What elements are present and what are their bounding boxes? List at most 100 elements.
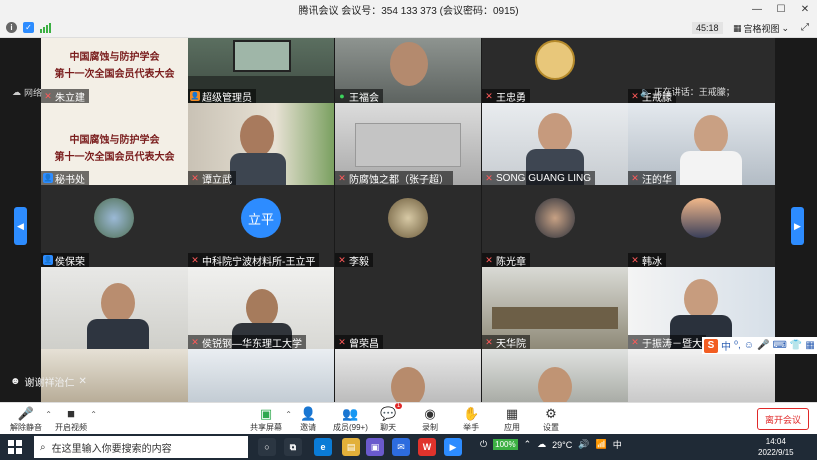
task-view-icon[interactable]: ○ (258, 438, 276, 456)
participant-name: 天华院 (496, 338, 526, 350)
video-tile[interactable]: ✕ 陈光章 (482, 185, 628, 267)
edge-icon[interactable]: e (314, 438, 332, 456)
chevron-up-icon[interactable]: ⌃ (45, 410, 52, 419)
prev-page-arrow[interactable]: ◀ (14, 207, 27, 245)
participant-name-tag: ✕ 侯锐钢—华东理工大学 (188, 335, 306, 349)
video-tile[interactable]: ✕ 汪的华 (628, 103, 775, 185)
volume-icon[interactable]: 🔊 (578, 439, 589, 450)
participant-name-tag: ● 王福会 (335, 89, 383, 103)
video-tile[interactable]: ✕ SONG GUANG LING (482, 103, 628, 185)
participant-name: 超级管理员 (202, 92, 252, 104)
conference-screen (233, 40, 291, 72)
video-tile[interactable]: ✕ 防腐蚀之都（张子超） (335, 103, 481, 185)
file-explorer-icon[interactable]: ▤ (342, 438, 360, 456)
next-page-arrow[interactable]: ▶ (791, 207, 804, 245)
info-icon[interactable]: i (6, 22, 17, 33)
video-tile[interactable]: 👤 侯保荣 (41, 185, 188, 267)
settings-label: 设置 (543, 423, 559, 432)
video-tile[interactable]: ✕ 曾荣昌 (335, 267, 481, 349)
invite-button[interactable]: 👤 邀请 (300, 405, 316, 433)
share-icon: ▣ (259, 405, 273, 421)
chevron-up-icon[interactable]: ⌃ (285, 410, 292, 419)
chevron-up-icon[interactable]: ⌃ (90, 410, 97, 419)
grid-icon[interactable]: ▦ (805, 340, 814, 351)
taskbar-search[interactable]: ⌕ 在这里输入你要搜索的内容 (34, 436, 248, 458)
video-tile[interactable]: ✕ 王忠勇 (482, 38, 628, 103)
weather-temp[interactable]: 29°C (552, 440, 572, 450)
video-tile[interactable]: 中国腐蚀与防护学会 第十一次全国会员代表大会 ✕ 朱立建 (41, 38, 188, 103)
store-icon[interactable]: ▣ (366, 438, 384, 456)
video-tile[interactable]: ✕ 谭立武 (188, 103, 334, 185)
close-icon[interactable]: ✕ (79, 376, 87, 387)
video-tile[interactable]: ✕ 侯锐钢—华东理工大学 (188, 267, 334, 349)
members-button[interactable]: 👥 成员(99+) (333, 405, 368, 433)
record-icon: ◉ (424, 405, 436, 421)
chevron-up-icon[interactable]: ⌃ (524, 439, 532, 450)
participant-name: 侯锐钢—华东理工大学 (202, 338, 302, 350)
network-indicator[interactable]: ☁ 网络 (12, 86, 42, 99)
weather-icon[interactable]: ☁ (537, 439, 546, 450)
settings-button[interactable]: ⚙ 设置 (543, 405, 559, 433)
close-icon[interactable]: ✕ (793, 0, 817, 19)
unmute-button[interactable]: 🎤 解除静音 ⌃ (10, 405, 52, 433)
apps-button[interactable]: ▦ 应用 (504, 405, 520, 433)
wifi-icon[interactable]: 📶 (595, 439, 606, 450)
video-tile[interactable]: ● 王福会 (335, 38, 481, 103)
mic-icon[interactable]: 🎤 (757, 340, 769, 351)
raise-hand-label: 举手 (463, 423, 480, 432)
video-tile[interactable]: ✕ 天华院 (482, 267, 628, 349)
video-tile[interactable]: ✕ 韩冰 (628, 185, 775, 267)
shield-icon[interactable]: ✓ (23, 22, 34, 33)
ime-toolbar[interactable]: S 中 ⁰, ☺ 🎤 ⌨ 👕 ▦ (702, 337, 817, 354)
clock-date: 2022/9/15 (758, 448, 794, 457)
windows-start-icon[interactable] (8, 440, 22, 454)
leave-meeting-button[interactable]: 离开会议 (757, 408, 809, 430)
video-tile[interactable]: ✕ 李毅 (335, 185, 481, 267)
gallery-view-button[interactable]: ▦ 宫格视图 ⌄ (733, 22, 789, 35)
punctuation-icon[interactable]: ⁰, (734, 340, 741, 351)
chat-button[interactable]: 💬 1 聊天 (380, 403, 403, 433)
wps-icon[interactable]: W (418, 438, 436, 456)
mic-muted-icon: ✕ (338, 254, 346, 265)
mic-muted-icon: 🎤 (17, 405, 35, 421)
banner-line-1: 中国腐蚀与防护学会 (69, 52, 160, 63)
user-icon: 👤 (43, 173, 53, 183)
windows-taskbar: ⌕ 在这里输入你要搜索的内容 ○ ⧉ e ▤ ▣ ✉ W ▶ ⏻ 100% ⌃ … (0, 434, 817, 460)
taskbar-clock[interactable]: 14:04 2022/9/15 (758, 436, 794, 458)
participant-name-tag: ✕ 中科院宁波材料所-王立平 (188, 253, 320, 267)
fullscreen-icon[interactable]: ⤢ (801, 22, 809, 33)
video-tile[interactable] (41, 267, 188, 349)
start-video-button[interactable]: ■ 开启视频 ⌃ (55, 405, 97, 433)
input-method-icon[interactable]: 中 (613, 438, 622, 451)
keyboard-icon[interactable]: ⌨ (772, 340, 786, 351)
skin-icon[interactable]: 👕 (790, 340, 802, 351)
share-screen-button[interactable]: ▣ 共享屏幕 ⌃ (250, 405, 292, 433)
maximize-icon[interactable]: ☐ (769, 0, 793, 19)
power-icon[interactable]: ⏻ (480, 439, 487, 450)
record-button[interactable]: ◉ 录制 (422, 405, 438, 433)
mic-muted-icon: ✕ (338, 336, 346, 347)
battery-indicator[interactable]: 100% (493, 439, 518, 450)
raise-hand-button[interactable]: ✋ 举手 (463, 405, 479, 433)
participant-name: 于振涛－暨大 (642, 338, 702, 350)
meeting-status-icons: i ✓ (6, 22, 51, 33)
video-tile[interactable] (482, 349, 628, 402)
video-tile[interactable] (335, 349, 481, 402)
sogou-icon: S (704, 338, 718, 353)
video-tile[interactable]: 立平 ✕ 中科院宁波材料所-王立平 (188, 185, 334, 267)
participant-name-tag: 👤 侯保荣 (41, 253, 89, 267)
mail-icon[interactable]: ✉ (392, 438, 410, 456)
task-view-icon[interactable]: ⧉ (284, 438, 302, 456)
video-tile[interactable]: 👤 超级管理员 (188, 38, 334, 103)
video-tile[interactable] (628, 349, 775, 402)
participant-name-tag: 👤 秘书处 (41, 171, 89, 185)
signal-icon[interactable] (40, 22, 51, 33)
emoji-icon[interactable]: ☺ (744, 340, 754, 351)
tencent-meeting-icon[interactable]: ▶ (444, 438, 462, 456)
mic-muted-icon: ✕ (485, 254, 493, 265)
avatar (681, 198, 721, 238)
video-tile[interactable]: 中国腐蚀与防护学会 第十一次全国会员代表大会 👤 秘书处 (41, 103, 188, 185)
minimize-icon[interactable]: — (745, 0, 769, 19)
video-tile[interactable] (188, 349, 334, 402)
ime-mode[interactable]: 中 (721, 338, 731, 353)
